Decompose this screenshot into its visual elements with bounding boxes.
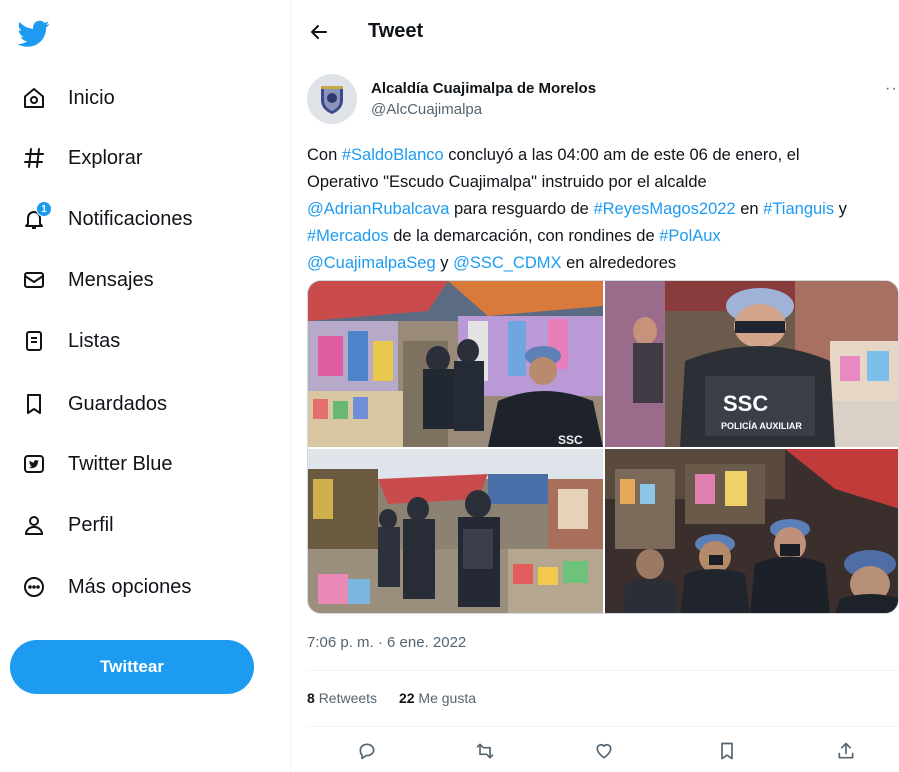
bookmark-icon — [20, 390, 48, 418]
hashtag-link[interactable]: #Tianguis — [763, 200, 834, 218]
hashtag-link[interactable]: #SaldoBlanco — [342, 146, 444, 164]
main-column: Tweet Alcaldía Cuajimalpa de Morelos @Al… — [291, 0, 899, 772]
divider — [307, 726, 899, 727]
retweets-label: Retweets — [318, 690, 378, 706]
sidebar-item-inicio[interactable]: Inicio — [20, 78, 115, 118]
author-name[interactable]: Alcaldía Cuajimalpa de Morelos — [371, 80, 596, 97]
tweet-text-segment: concluyó a las 04:00 am de este 06 de en… — [443, 146, 800, 164]
tweet-text-segment: de la demarcación, con rondines de — [388, 227, 660, 245]
photo-3[interactable] — [308, 449, 603, 613]
tweet-text-segment: y — [435, 254, 454, 272]
sidebar-item-label: Notificaciones — [68, 207, 193, 230]
tweet-text-segment: Con — [307, 146, 342, 164]
sidebar-item-listas[interactable]: Listas — [20, 321, 120, 361]
back-arrow-icon[interactable] — [309, 22, 329, 42]
sidebar-item-label: Explorar — [68, 146, 143, 169]
tweet-timestamp[interactable]: 7:06 p. m. · 6 ene. 2022 — [307, 634, 466, 651]
sidebar: Inicio Explorar 1 Notificaciones Mensaje… — [0, 0, 290, 772]
sidebar-item-label: Perfil — [68, 513, 114, 536]
sidebar-item-explorar[interactable]: Explorar — [20, 138, 142, 178]
media-grid: SSC SSC POLICÍA AUXILIAR — [307, 280, 899, 614]
hashtag-icon — [20, 144, 48, 172]
avatar[interactable] — [307, 74, 357, 124]
twitter-bird-icon[interactable] — [17, 20, 50, 48]
sidebar-item-label: Inicio — [68, 86, 115, 109]
hashtag-link[interactable]: #PolAux — [659, 227, 720, 245]
tweet-text-segment: en alrededores — [561, 254, 677, 272]
likes-count: 22 — [398, 690, 415, 706]
sidebar-item-notificaciones[interactable]: 1 Notificaciones — [20, 199, 193, 239]
sidebar-item-label: Guardados — [68, 392, 167, 415]
photo-1[interactable]: SSC — [308, 281, 603, 447]
bell-icon: 1 — [20, 201, 52, 233]
envelope-icon — [20, 266, 48, 294]
tweet-text-segment: y — [834, 200, 847, 218]
mention-link[interactable]: @SSC_CDMX — [453, 254, 561, 272]
sidebar-item-label: Listas — [68, 329, 121, 352]
tweet-text: Con #SaldoBlanco concluyó a las 04:00 am… — [307, 142, 899, 277]
sidebar-item-guardados[interactable]: Guardados — [20, 384, 167, 424]
tweet-stats: 8 Retweets 22 Me gusta — [307, 690, 476, 706]
page-title: Tweet — [368, 20, 424, 42]
tweet-text-segment: Operativo "Escudo Cuajimalpa" instruido … — [307, 173, 707, 191]
person-icon — [20, 511, 48, 539]
sidebar-item-mensajes[interactable]: Mensajes — [20, 260, 154, 300]
more-circle-icon — [20, 573, 48, 601]
photo-2-sublabel: POLICÍA AUXILIAR — [721, 421, 802, 431]
mention-link[interactable]: @CuajimalpaSeg — [307, 254, 436, 272]
photo-1-label: SSC — [558, 433, 583, 447]
divider — [307, 670, 899, 671]
likes-label: Me gusta — [418, 690, 476, 706]
notification-badge: 1 — [36, 201, 52, 217]
bookmark-icon[interactable] — [712, 736, 742, 766]
hashtag-link[interactable]: #ReyesMagos2022 — [593, 200, 735, 218]
retweets-stat[interactable]: 8 Retweets — [307, 690, 377, 706]
like-icon[interactable] — [589, 736, 619, 766]
tweet-actions — [307, 736, 899, 766]
photo-4[interactable] — [605, 449, 898, 613]
mention-link[interactable]: @AdrianRubalcava — [307, 200, 449, 218]
author-handle[interactable]: @AlcCuajimalpa — [371, 101, 482, 118]
reply-icon[interactable] — [352, 736, 382, 766]
sidebar-item-label: Twitter Blue — [68, 452, 173, 475]
more-options-icon[interactable]: ··· — [885, 80, 899, 98]
home-icon — [20, 84, 48, 112]
sidebar-item-label: Mensajes — [68, 268, 154, 291]
photo-2-label: SSC — [723, 391, 768, 416]
photo-2[interactable]: SSC POLICÍA AUXILIAR — [605, 281, 898, 447]
retweet-icon[interactable] — [470, 736, 500, 766]
header: Tweet — [291, 0, 899, 66]
share-icon[interactable] — [831, 736, 861, 766]
retweets-count: 8 — [307, 690, 315, 706]
twitter-blue-icon — [20, 450, 48, 478]
tweet-button[interactable]: Twittear — [10, 640, 254, 694]
sidebar-item-twitter-blue[interactable]: Twitter Blue — [20, 444, 172, 484]
hashtag-link[interactable]: #Mercados — [307, 227, 389, 245]
sidebar-item-perfil[interactable]: Perfil — [20, 505, 114, 545]
list-icon — [20, 327, 48, 355]
tweet-text-segment: en — [735, 200, 764, 218]
likes-stat[interactable]: 22 Me gusta — [399, 690, 476, 706]
sidebar-item-label: Más opciones — [68, 575, 192, 598]
tweet-text-segment: para resguardo de — [449, 200, 594, 218]
sidebar-item-mas-opciones[interactable]: Más opciones — [20, 567, 191, 607]
